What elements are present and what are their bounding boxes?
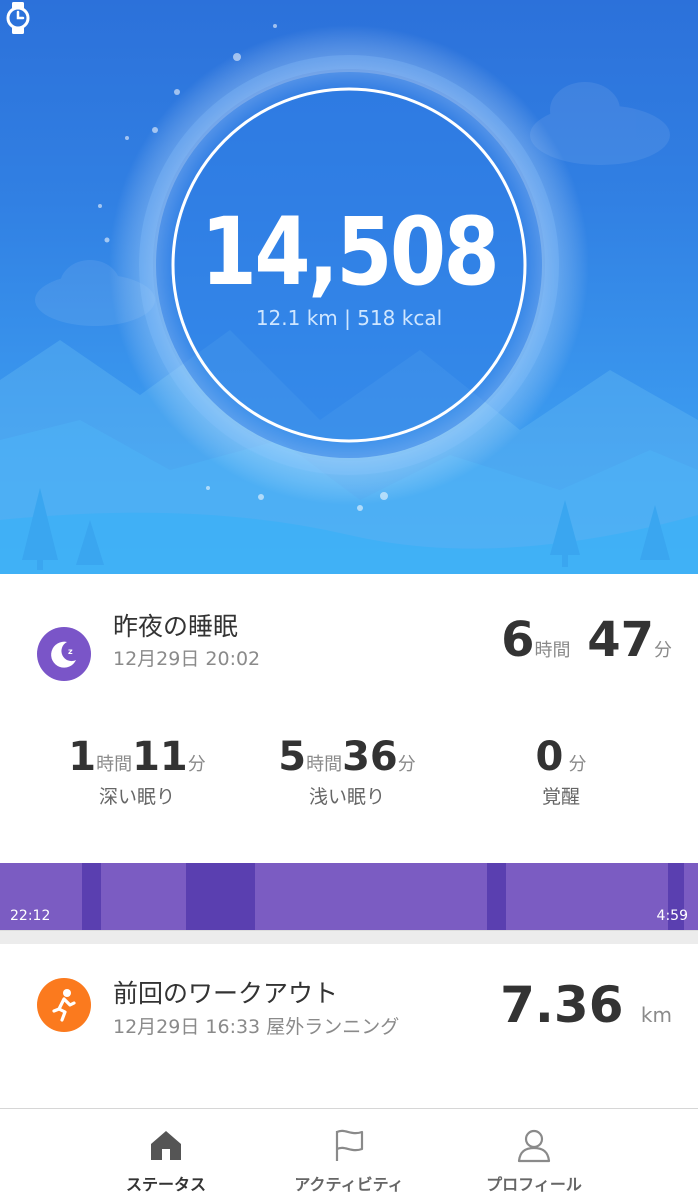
minutes-unit: 分 bbox=[187, 754, 206, 775]
workout-title: 前回のワークアウト bbox=[113, 979, 339, 1008]
light-hours: 5 bbox=[278, 734, 307, 780]
light-sleep-stat: 5時間36分 浅い眠り bbox=[247, 734, 447, 809]
workout-card[interactable]: 前回のワークアウト 12月29日 16:33 屋外ランニング 7.36 km bbox=[0, 944, 698, 1108]
sleep-timestamp: 12月29日 20:02 bbox=[113, 648, 261, 670]
awake-minutes: 0 bbox=[535, 734, 564, 780]
step-summary-panel[interactable]: 14,508 12.1 km | 518 kcal bbox=[0, 0, 698, 574]
deep-sleep-segment bbox=[186, 863, 255, 930]
sleep-total: 6時間 47分 bbox=[501, 612, 672, 668]
sleep-end-time: 4:59 bbox=[656, 908, 688, 924]
minutes-unit: 分 bbox=[397, 754, 416, 775]
svg-text:z: z bbox=[68, 647, 73, 656]
sleep-start-time: 22:12 bbox=[10, 908, 51, 924]
flag-icon bbox=[335, 1129, 364, 1161]
running-icon bbox=[37, 978, 91, 1032]
deep-hours: 1 bbox=[68, 734, 97, 780]
minutes-unit: 分 bbox=[654, 640, 672, 661]
sleep-timeline[interactable]: 22:12 4:59 bbox=[0, 863, 698, 930]
sleep-total-hours: 6 bbox=[501, 612, 535, 668]
light-minutes: 36 bbox=[342, 734, 398, 780]
person-icon bbox=[517, 1129, 551, 1163]
workout-distance: 7.36 km bbox=[500, 976, 672, 1034]
workout-distance-value: 7.36 bbox=[500, 976, 624, 1034]
sleep-title: 昨夜の睡眠 bbox=[113, 612, 239, 641]
deep-sleep-stat: 1時間11分 深い眠り bbox=[37, 734, 237, 809]
watch-icon[interactable] bbox=[0, 0, 36, 36]
distance-calories: 12.1 km | 518 kcal bbox=[255, 306, 443, 330]
bottom-nav: ステータス アクティビティ プロフィール bbox=[0, 1108, 698, 1201]
tab-profile-label: プロフィール bbox=[486, 1175, 582, 1194]
card-divider bbox=[0, 930, 698, 944]
workout-timestamp: 12月29日 16:33 屋外ランニング bbox=[113, 1016, 400, 1038]
tab-profile[interactable]: プロフィール bbox=[418, 1109, 650, 1201]
sleep-total-minutes: 47 bbox=[587, 612, 654, 668]
deep-sleep-segment bbox=[487, 863, 506, 930]
moon-icon: z bbox=[37, 627, 91, 681]
home-icon bbox=[151, 1131, 181, 1160]
deep-sleep-label: 深い眠り bbox=[98, 786, 175, 808]
deep-minutes: 11 bbox=[132, 734, 188, 780]
minutes-unit: 分 bbox=[568, 754, 587, 775]
sleep-card[interactable]: z 昨夜の睡眠 12月29日 20:02 6時間 47分 1時間11分 深い眠り… bbox=[0, 574, 698, 930]
light-sleep-label: 浅い眠り bbox=[308, 786, 385, 808]
hours-unit: 時間 bbox=[306, 754, 343, 775]
hours-unit: 時間 bbox=[534, 640, 571, 661]
distance-unit: km bbox=[640, 1003, 672, 1027]
awake-label: 覚醒 bbox=[541, 786, 580, 808]
hours-unit: 時間 bbox=[96, 754, 133, 775]
deep-sleep-segment bbox=[82, 863, 101, 930]
step-count: 14,508 bbox=[200, 198, 500, 307]
awake-stat: 0 分 覚醒 bbox=[461, 734, 661, 809]
